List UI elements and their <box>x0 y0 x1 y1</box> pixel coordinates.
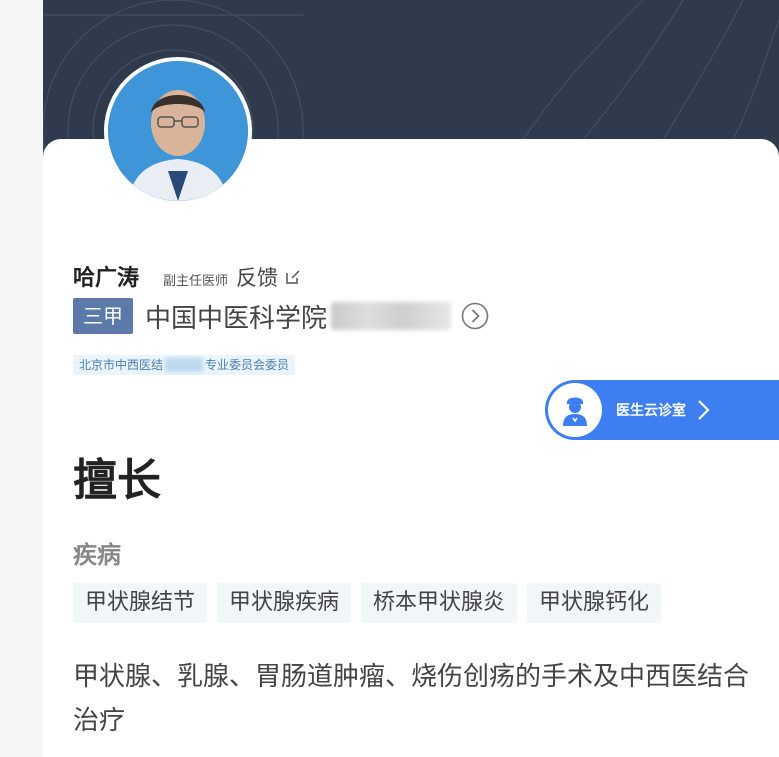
hospital-name: 中国中医科学院 <box>145 303 328 334</box>
doctor-name: 哈广涛 <box>73 266 140 291</box>
cloud-clinic-icon-wrap <box>548 383 602 437</box>
cloud-clinic-button[interactable]: 医生云诊室 <box>545 380 779 440</box>
disease-tags: 甲状腺结节 甲状腺疾病 桥本甲状腺炎 甲状腺钙化 <box>73 583 662 623</box>
feedback-label: 反馈 <box>236 266 279 290</box>
doctor-name-row: 哈广涛 副主任医师 反馈 <box>73 260 302 292</box>
edit-icon <box>286 270 300 284</box>
committee-suffix: 专业委员会委员 <box>205 358 290 372</box>
doctor-portrait-icon <box>108 61 248 201</box>
expertise-description: 甲状腺、乳腺、胃肠道肿瘤、烧伤创疡的手术及中西医结合治疗 <box>73 662 750 736</box>
avatar[interactable] <box>104 57 252 205</box>
disease-tag[interactable]: 甲状腺钙化 <box>527 583 662 623</box>
feedback-button[interactable]: 反馈 <box>236 262 302 292</box>
doctor-title: 副主任医师 <box>163 274 229 289</box>
chevron-right-icon <box>698 400 710 420</box>
disease-tag[interactable]: 桥本甲状腺炎 <box>361 583 518 623</box>
redacted-text <box>165 358 204 372</box>
disease-label: 疾病 <box>73 541 121 569</box>
cloud-clinic-label: 医生云诊室 <box>616 403 686 419</box>
left-gutter <box>0 0 43 757</box>
committee-badge: 北京市中西医结 专业委员会委员 <box>73 355 296 375</box>
doctor-icon <box>563 397 587 426</box>
disease-tag[interactable]: 甲状腺疾病 <box>217 583 352 623</box>
hospital-grade-badge: 三甲 <box>73 298 133 334</box>
expertise-title: 擅长 <box>73 455 161 506</box>
hospital-row[interactable]: 三甲 中国中医科学院 <box>73 297 489 335</box>
committee-prefix: 北京市中西医结 <box>79 358 164 372</box>
disease-tag[interactable]: 甲状腺结节 <box>73 583 208 623</box>
redacted-text <box>331 302 452 330</box>
chevron-right-circle-icon[interactable] <box>461 302 489 330</box>
